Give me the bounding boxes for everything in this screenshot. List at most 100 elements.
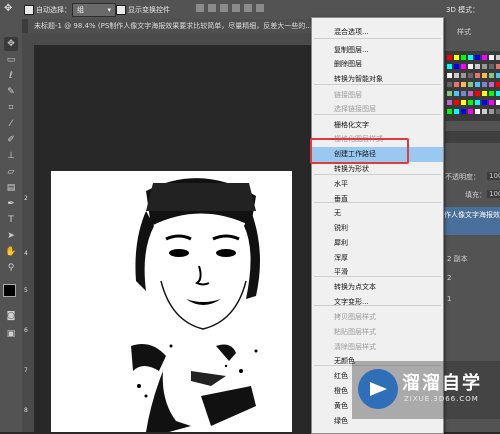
panel-tabs[interactable]	[445, 131, 500, 143]
color-swatch[interactable]	[468, 55, 473, 60]
layer-name[interactable]: 2	[447, 274, 451, 282]
color-swatch[interactable]	[461, 109, 466, 114]
layer-name[interactable]: 1	[447, 295, 451, 303]
document-canvas[interactable]	[51, 171, 292, 432]
color-swatch[interactable]	[468, 109, 473, 114]
menu-item[interactable]: 平滑	[312, 265, 443, 280]
color-swatch[interactable]	[496, 100, 500, 105]
color-swatch[interactable]	[454, 109, 459, 114]
color-swatch[interactable]	[475, 109, 480, 114]
color-swatch[interactable]	[482, 91, 487, 96]
color-swatch[interactable]	[447, 109, 452, 114]
fill-value[interactable]: 100	[487, 190, 500, 198]
swatches-grid[interactable]	[445, 51, 500, 121]
color-swatch[interactable]	[461, 73, 466, 78]
color-swatch[interactable]	[496, 73, 500, 78]
color-swatch[interactable]	[468, 73, 473, 78]
color-swatch[interactable]	[461, 64, 466, 69]
color-swatch[interactable]	[447, 82, 452, 87]
color-swatch[interactable]	[489, 100, 494, 105]
menu-item[interactable]: 复制图层...	[312, 43, 443, 58]
crop-tool-icon[interactable]: ⌗	[4, 101, 18, 115]
color-swatch[interactable]	[468, 100, 473, 105]
zoom-tool-icon[interactable]: ⚲	[4, 261, 18, 275]
color-swatch[interactable]	[482, 100, 487, 105]
color-swatch[interactable]	[454, 73, 459, 78]
align-left-icon[interactable]	[232, 4, 240, 12]
color-swatch[interactable]	[482, 109, 487, 114]
color-swatch[interactable]	[496, 82, 500, 87]
menu-item[interactable]: 犀利	[312, 236, 443, 251]
color-swatch[interactable]	[475, 73, 480, 78]
menu-item[interactable]: 删除图层	[312, 57, 443, 72]
pen-tool-icon[interactable]: ✒	[4, 197, 18, 211]
align-vcenter-icon[interactable]	[208, 4, 216, 12]
path-select-icon[interactable]: ➤	[4, 229, 18, 243]
gradient-tool-icon[interactable]: ▤	[4, 181, 18, 195]
color-swatch[interactable]	[475, 100, 480, 105]
move-tool-icon[interactable]: ✥	[4, 37, 18, 51]
color-swatch[interactable]	[482, 82, 487, 87]
color-swatch[interactable]	[482, 64, 487, 69]
color-swatch[interactable]	[454, 91, 459, 96]
menu-item[interactable]: 锐利	[312, 221, 443, 236]
color-swatch[interactable]	[454, 64, 459, 69]
color-swatch[interactable]	[461, 55, 466, 60]
align-bottom-icon[interactable]	[220, 4, 228, 12]
type-tool-icon[interactable]: T	[4, 213, 18, 227]
clone-stamp-icon[interactable]: ⊥	[4, 149, 18, 163]
selected-layer-row[interactable]: 作人像文字海报效	[442, 207, 500, 235]
color-swatch[interactable]	[454, 82, 459, 87]
color-swatch[interactable]	[489, 91, 494, 96]
color-swatch[interactable]	[454, 100, 459, 105]
color-swatch[interactable]	[447, 91, 452, 96]
menu-item[interactable]: 文字变形...	[312, 295, 443, 310]
color-swatch[interactable]	[475, 82, 480, 87]
marquee-tool-icon[interactable]: ▭	[4, 53, 18, 67]
menu-item[interactable]: 水平	[312, 177, 443, 192]
align-top-icon[interactable]	[196, 4, 204, 12]
foreground-color-swatch[interactable]	[3, 284, 16, 297]
color-swatch[interactable]	[489, 73, 494, 78]
align-hcenter-icon[interactable]	[244, 4, 252, 12]
menu-item[interactable]: 转换为智能对象	[312, 72, 443, 87]
eraser-tool-icon[interactable]: ▱	[4, 165, 18, 179]
color-swatch[interactable]	[489, 109, 494, 114]
color-swatch[interactable]	[447, 73, 452, 78]
color-swatch[interactable]	[475, 91, 480, 96]
align-right-icon[interactable]	[256, 4, 264, 12]
color-swatch[interactable]	[461, 91, 466, 96]
menu-item[interactable]: 垂直	[312, 192, 443, 207]
menu-item[interactable]: 转换为形状	[312, 162, 443, 177]
color-swatch[interactable]	[461, 82, 466, 87]
color-swatch[interactable]	[475, 64, 480, 69]
move-options-icon[interactable]: ✥	[4, 3, 18, 15]
quick-select-icon[interactable]: ✎	[4, 85, 18, 99]
color-swatch[interactable]	[496, 64, 500, 69]
color-swatch[interactable]	[496, 55, 500, 60]
color-swatch[interactable]	[482, 73, 487, 78]
color-swatch[interactable]	[489, 55, 494, 60]
quick-mask-icon[interactable]: ◙	[4, 309, 18, 323]
menu-item[interactable]: 转换为点文本	[312, 280, 443, 295]
color-swatch[interactable]	[468, 64, 473, 69]
lasso-tool-icon[interactable]: ℓ	[4, 69, 18, 83]
color-swatch[interactable]	[496, 109, 500, 114]
menu-item[interactable]: 浑厚	[312, 251, 443, 266]
layer-name[interactable]: 2 副本	[447, 254, 468, 264]
color-swatch[interactable]	[489, 64, 494, 69]
color-swatch[interactable]	[496, 91, 500, 96]
color-swatch[interactable]	[447, 64, 452, 69]
menu-item[interactable]: 栅格化文字	[312, 118, 443, 133]
color-swatch[interactable]	[447, 55, 452, 60]
color-swatch[interactable]	[461, 100, 466, 105]
color-swatch[interactable]	[447, 100, 452, 105]
color-swatch[interactable]	[454, 55, 459, 60]
opacity-value[interactable]: 100	[487, 172, 500, 180]
auto-select-dropdown[interactable]: 组 ▾	[72, 3, 116, 17]
transform-controls-checkbox[interactable]	[116, 5, 126, 15]
brush-tool-icon[interactable]: ✐	[4, 133, 18, 147]
color-swatch[interactable]	[489, 82, 494, 87]
auto-select-checkbox[interactable]	[24, 5, 34, 15]
document-tab[interactable]: 未标题-1 @ 98.4% (PS制作人像文字海报效果要求比较简单，尽量精细，反…	[28, 19, 318, 33]
